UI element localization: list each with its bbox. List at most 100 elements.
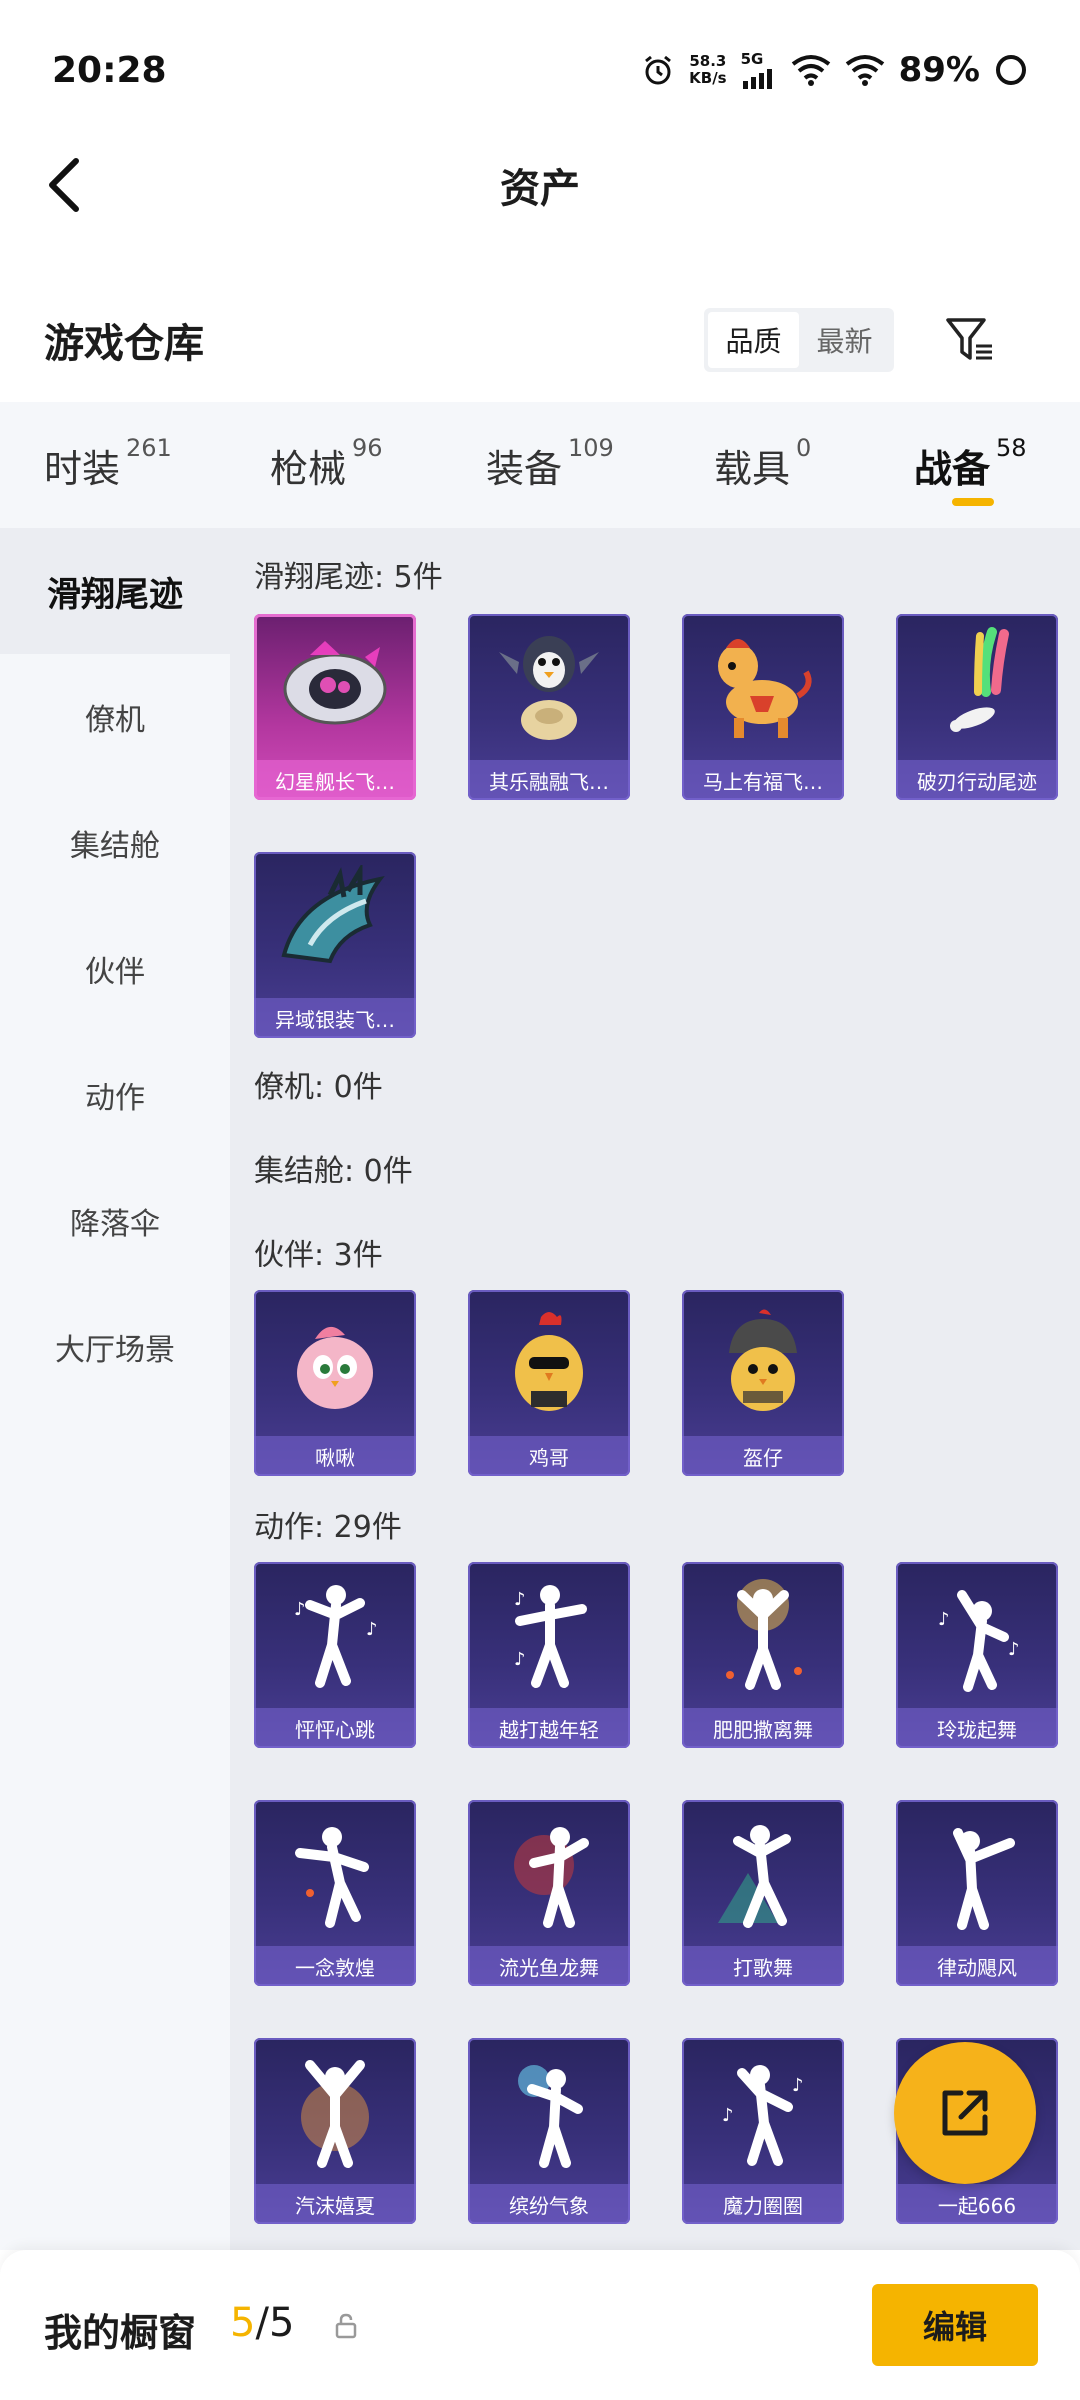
dancer-icon: ♪ ♪	[514, 1585, 587, 1688]
tab-fashion[interactable]: 时装 261	[44, 434, 172, 493]
sort-toggle: 品质 最新	[704, 308, 894, 372]
network-type: 5G	[740, 49, 764, 68]
item-name: 汽沫嬉夏	[254, 2184, 416, 2224]
sidebar-item-rally-pod[interactable]: 集结舱	[0, 780, 230, 906]
item-card[interactable]: 打歌舞	[682, 1800, 844, 1986]
sidebar-item-emote[interactable]: 动作	[0, 1032, 230, 1158]
tab-label: 载具	[714, 447, 791, 491]
item-art	[468, 1290, 630, 1436]
tab-battle-gear[interactable]: 战备 58	[914, 434, 1027, 493]
wifi-icon-2	[845, 54, 885, 86]
page-title: 资产	[500, 166, 580, 212]
pink-bird-icon	[297, 1326, 373, 1409]
item-card[interactable]: 盔仔	[682, 1290, 844, 1476]
item-name: 幻星舰长飞…	[254, 760, 416, 800]
dancer-icon	[514, 1827, 589, 1928]
dancer-icon	[726, 1579, 802, 1690]
svg-text:♪: ♪	[1008, 1639, 1020, 1660]
tab-vehicles[interactable]: 载具 0	[714, 434, 811, 493]
window-count: 5/5	[230, 2300, 294, 2346]
tab-count: 58	[996, 434, 1027, 462]
sidebar-item-glide-trail[interactable]: 滑翔尾迹	[0, 528, 230, 654]
filter-icon	[946, 318, 992, 360]
chevron-left-icon	[49, 158, 79, 212]
dancer-icon	[953, 1828, 1015, 1930]
item-card[interactable]: 异域银装飞…	[254, 852, 416, 1038]
item-art	[468, 1800, 630, 1946]
status-icons: 58.3 KB/s 5G 89%	[641, 50, 1028, 90]
item-name: 魔力圈圈	[682, 2184, 844, 2224]
warehouse-title: 游戏仓库	[44, 321, 204, 367]
sidebar-item-lobby-scene[interactable]: 大厅场景	[0, 1284, 230, 1410]
item-card[interactable]: 啾啾	[254, 1290, 416, 1476]
battery-ring-icon	[994, 53, 1028, 87]
item-name: 其乐融融飞…	[468, 760, 630, 800]
tab-equipment[interactable]: 装备 109	[486, 434, 614, 493]
sidebar-item-wingman[interactable]: 僚机	[0, 654, 230, 780]
item-card[interactable]: ♪ ♪ 玲珑起舞	[896, 1562, 1058, 1748]
item-card[interactable]: 幻星舰长飞…	[254, 614, 416, 800]
window-separator: /	[255, 2300, 269, 2346]
dancer-icon	[301, 2060, 369, 2168]
item-name: 鸡哥	[468, 1436, 630, 1476]
net-speed-unit: KB/s	[689, 69, 727, 87]
item-card[interactable]: ♪ ♪ 越打越年轻	[468, 1562, 630, 1748]
item-card[interactable]: 其乐融融飞…	[468, 614, 630, 800]
status-time: 20:28	[52, 49, 167, 91]
item-art	[254, 1290, 416, 1436]
svg-text:♪: ♪	[938, 1609, 950, 1630]
item-card[interactable]: 一念敦煌	[254, 1800, 416, 1986]
window-total: 5	[268, 2300, 295, 2346]
item-card[interactable]: 汽沫嬉夏	[254, 2038, 416, 2224]
item-art	[682, 614, 844, 760]
my-window-label: 我的橱窗	[44, 2311, 197, 2355]
sort-newest-option[interactable]: 最新	[799, 312, 890, 368]
item-art	[468, 614, 630, 760]
item-name: 打歌舞	[682, 1946, 844, 1986]
item-card[interactable]: 流光鱼龙舞	[468, 1800, 630, 1986]
dancer-icon: ♪ ♪	[938, 1590, 1020, 1692]
active-tab-indicator	[952, 498, 994, 506]
sidebar-item-parachute[interactable]: 降落伞	[0, 1158, 230, 1284]
item-card[interactable]: 鸡哥	[468, 1290, 630, 1476]
item-card[interactable]: 肥肥撒离舞	[682, 1562, 844, 1748]
wifi-icon	[791, 54, 831, 86]
item-card[interactable]: 马上有福飞…	[682, 614, 844, 800]
net-speed-value: 58.3	[689, 52, 727, 70]
tab-count: 261	[126, 434, 172, 462]
filter-button[interactable]	[940, 310, 1000, 370]
sidebar-item-partner[interactable]: 伙伴	[0, 906, 230, 1032]
item-name: 啾啾	[254, 1436, 416, 1476]
item-card[interactable]: ♪ ♪ 怦怦心跳	[254, 1562, 416, 1748]
share-icon	[942, 2090, 988, 2136]
warehouse-header: 游戏仓库 品质 最新	[0, 290, 1080, 390]
item-card[interactable]: 律动飓风	[896, 1800, 1058, 1986]
sort-quality-option[interactable]: 品质	[708, 312, 799, 368]
tab-label: 枪械	[270, 447, 347, 491]
tab-guns[interactable]: 枪械 96	[270, 434, 383, 493]
sidebar: 滑翔尾迹 僚机 集结舱 伙伴 动作 降落伞 大厅场景	[0, 528, 230, 2250]
share-fab-button[interactable]	[894, 2042, 1036, 2184]
item-name: 盔仔	[682, 1436, 844, 1476]
svg-text:♪: ♪	[294, 1599, 306, 1620]
alarm-icon	[641, 53, 675, 87]
item-card[interactable]: ♪ ♪ 魔力圈圈	[682, 2038, 844, 2224]
item-card[interactable]: 缤纷气象	[468, 2038, 630, 2224]
item-art: ♪ ♪	[682, 2038, 844, 2184]
window-current: 5	[230, 2300, 256, 2346]
item-art	[254, 852, 416, 998]
spaceship-icon	[283, 641, 387, 725]
tab-label: 战备	[914, 447, 991, 491]
edit-button[interactable]: 编辑	[872, 2284, 1038, 2366]
bottom-bar: 我的橱窗 5/5 编辑	[0, 2250, 1080, 2400]
dancer-icon: ♪ ♪	[294, 1585, 378, 1688]
penguin-icon	[499, 636, 599, 740]
item-card[interactable]: 破刃行动尾迹	[896, 614, 1058, 800]
section-title-partner: 伙伴: 3件	[254, 1238, 383, 1273]
item-name: 异域银装飞…	[254, 998, 416, 1038]
item-name: 缤纷气象	[468, 2184, 630, 2224]
item-name: 律动飓风	[896, 1946, 1058, 1986]
dancer-icon	[295, 1827, 369, 1928]
back-button[interactable]	[34, 152, 94, 218]
item-art	[254, 614, 416, 760]
